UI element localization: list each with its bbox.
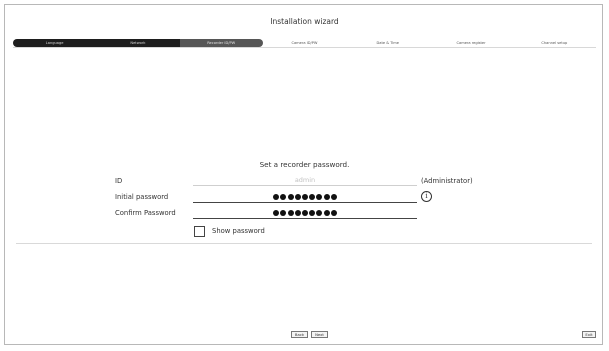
step-label: Date & Time — [376, 41, 399, 45]
password-mask-dot — [323, 209, 330, 216]
form-divider — [16, 243, 592, 244]
step-label: Channel setup — [541, 41, 568, 45]
password-mask-dot — [273, 209, 280, 216]
password-mask-dot — [302, 193, 308, 200]
show-password-label: Show password — [212, 227, 265, 235]
step-label: Recorder ID/PW — [207, 41, 236, 45]
step-label: Camera register — [456, 41, 486, 45]
password-mask-dot — [287, 209, 294, 216]
form-prompt: Set a recorder password. — [259, 160, 350, 169]
password-mask-dot — [309, 209, 316, 216]
show-password-checkbox[interactable] — [194, 226, 205, 237]
confirm-password-label: Confirm Password — [115, 209, 176, 217]
step-date-time[interactable]: Date & Time — [346, 39, 429, 47]
initial-password-label: Initial password — [115, 193, 169, 201]
id-label: ID — [115, 177, 123, 185]
exit-button[interactable]: Exit — [582, 331, 596, 338]
confirm-password-field[interactable] — [193, 207, 417, 219]
step-camera-register[interactable]: Camera register — [429, 39, 512, 47]
id-field — [193, 174, 417, 186]
password-mask-dot — [302, 209, 308, 216]
step-language[interactable]: Language — [13, 39, 97, 47]
password-mask-dot — [280, 193, 287, 200]
password-mask-dot — [323, 193, 330, 200]
step-network[interactable]: Network — [96, 39, 180, 47]
step-channel-setup[interactable]: Channel setup — [513, 39, 596, 47]
wizard-steps: Language Network Recorder ID/PW Camera I… — [13, 39, 596, 47]
password-mask-dot — [287, 193, 294, 200]
password-mask-dot — [316, 209, 323, 216]
password-mask-dot — [309, 193, 316, 200]
step-label: Language — [45, 41, 64, 45]
password-mask-dot — [280, 209, 287, 216]
password-mask-dot — [294, 193, 301, 200]
password-mask-dot — [330, 209, 337, 216]
password-mask-dot — [294, 209, 301, 216]
steps-divider — [13, 47, 596, 48]
password-mask-dot — [273, 193, 280, 200]
step-label: Camera ID/PW — [291, 41, 318, 45]
password-mask-dot — [330, 193, 337, 200]
step-label: Network — [130, 41, 146, 45]
administrator-note: (Administrator) — [421, 177, 473, 185]
window-title: Installation wizard — [270, 17, 339, 26]
initial-password-field[interactable] — [193, 191, 417, 203]
password-mask-dot — [316, 193, 323, 200]
info-icon[interactable]: i — [421, 191, 432, 202]
next-button[interactable]: Next — [311, 331, 328, 338]
back-button[interactable]: Back — [291, 331, 308, 338]
step-recorder-id-pw[interactable]: Recorder ID/PW — [179, 39, 263, 47]
step-camera-id-pw[interactable]: Camera ID/PW — [263, 39, 346, 47]
